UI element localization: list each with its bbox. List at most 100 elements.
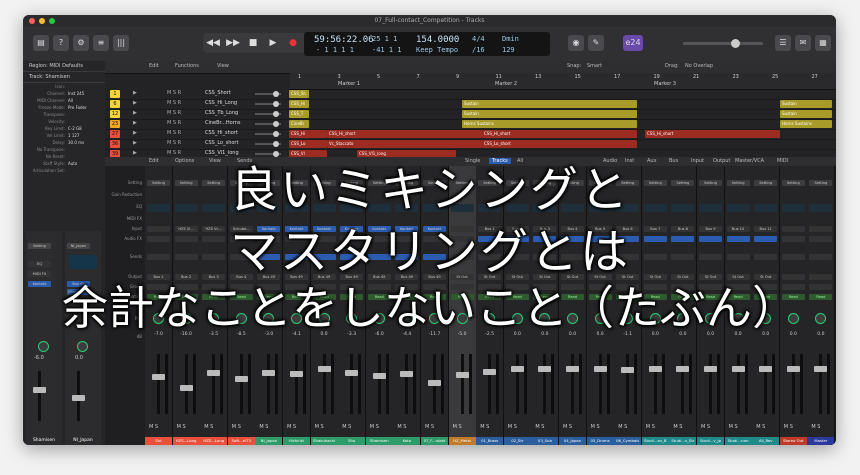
output-slot[interactable]: Bus 2 — [174, 274, 198, 280]
channel-setting-button[interactable]: Setting — [229, 180, 253, 186]
library-icon[interactable]: ▤ — [33, 35, 49, 51]
eq-thumbnail[interactable] — [754, 204, 778, 212]
pan-knob[interactable] — [180, 313, 192, 324]
eq-thumbnail[interactable] — [340, 204, 364, 212]
audio-fx-slot[interactable] — [340, 236, 364, 242]
volume-fader[interactable] — [207, 370, 221, 377]
eq-thumbnail[interactable] — [395, 204, 419, 212]
audio-fx-slot[interactable] — [588, 236, 612, 242]
eq-thumbnail[interactable] — [726, 204, 750, 212]
mixer-filter-audio[interactable]: Audio — [603, 158, 617, 164]
send-slot[interactable] — [809, 254, 833, 260]
group-slot[interactable] — [505, 284, 529, 290]
eq-thumbnail[interactable] — [809, 204, 833, 212]
pan-knob[interactable] — [760, 313, 772, 324]
group-slot[interactable] — [781, 284, 805, 290]
volume-fader[interactable] — [731, 366, 745, 372]
mute-solo-buttons[interactable]: M S — [535, 424, 544, 430]
group-slot[interactable] — [643, 284, 667, 290]
channel-setting-button[interactable]: Setting — [505, 180, 529, 186]
inspector-row[interactable]: Freeze Mode: Pre Fader — [23, 104, 105, 111]
automation-slot[interactable]: Read — [533, 294, 557, 300]
midi-region[interactable]: CSS_Hi_short — [327, 130, 482, 138]
mute-solo-buttons[interactable]: M S — [259, 424, 268, 430]
pan-knob[interactable] — [649, 313, 661, 324]
inspector-row[interactable]: Channel: Inst 245 — [23, 90, 105, 97]
audio-fx-slot[interactable] — [643, 236, 667, 242]
audio-fx-slot[interactable] — [229, 236, 253, 242]
channel-setting-button[interactable]: Setting — [643, 180, 667, 186]
group-slot[interactable] — [423, 284, 446, 290]
drag-select[interactable]: No Overlap — [685, 63, 713, 69]
help-icon[interactable]: ? — [53, 35, 69, 51]
volume-fader[interactable] — [759, 366, 773, 372]
send-slot[interactable] — [285, 254, 308, 260]
mute-solo-buttons[interactable]: M S — [232, 424, 241, 430]
midi-region[interactable]: CineBr — [289, 120, 309, 128]
output-slot[interactable]: Bus 49 — [257, 274, 281, 280]
master-volume-slider[interactable] — [683, 39, 763, 48]
audio-fx-slot[interactable] — [561, 236, 584, 242]
mute-solo-buttons[interactable]: M S — [287, 424, 296, 430]
group-slot[interactable] — [340, 284, 364, 290]
input-slot[interactable]: Kontakt — [395, 226, 419, 232]
channel-setting-button[interactable]: Setting — [699, 180, 722, 186]
mute-solo-buttons[interactable]: M S R — [167, 110, 181, 116]
mixer-filter-output[interactable]: Output — [713, 158, 730, 164]
input-slot[interactable]: Bus 4 — [561, 226, 584, 232]
volume-fader[interactable] — [814, 366, 828, 372]
smart-controls-icon[interactable]: ≡ — [93, 35, 109, 51]
volume-fader[interactable] — [345, 369, 359, 376]
input-slot[interactable]: Bus 7 — [643, 226, 667, 232]
channel-name[interactable]: 06_Cymbals — [614, 437, 642, 445]
mute-solo-buttons[interactable]: M S — [508, 424, 517, 430]
channel-name[interactable]: Sht — [145, 437, 172, 445]
output-slot[interactable]: St Out — [616, 274, 640, 280]
volume-fader[interactable] — [262, 369, 276, 376]
group-slot[interactable] — [533, 284, 557, 290]
input-slot[interactable]: Kontakt — [257, 226, 281, 232]
input-slot[interactable]: Bus 8 — [671, 226, 695, 232]
volume-fader[interactable] — [621, 367, 635, 374]
group-slot[interactable] — [174, 284, 198, 290]
group-slot[interactable] — [561, 284, 584, 290]
mute-solo-buttons[interactable]: M S R — [167, 130, 181, 136]
midi-region[interactable]: CSS_T — [289, 110, 309, 118]
channel-name[interactable]: Studi...ev_B — [641, 437, 669, 445]
eq-thumbnail[interactable] — [616, 204, 640, 212]
midi-region[interactable]: CSS_Hi_short — [482, 130, 637, 138]
stop-icon[interactable]: ■ — [243, 33, 263, 53]
midi-region[interactable]: Sustain — [780, 100, 832, 108]
channel-name[interactable]: All_Rev — [752, 437, 780, 445]
mute-solo-buttons[interactable]: M S — [646, 424, 655, 430]
mute-solo-buttons[interactable]: M S R — [167, 90, 181, 96]
audio-fx-slot[interactable] — [367, 236, 391, 242]
channel-setting-button[interactable]: Setting — [588, 180, 612, 186]
track-volume-slider[interactable] — [255, 111, 281, 117]
strip-pan-knob[interactable] — [77, 341, 88, 352]
audio-fx-slot[interactable] — [616, 236, 640, 242]
channel-setting-button[interactable]: Setting — [285, 180, 308, 186]
volume-fader[interactable] — [317, 366, 331, 372]
eq-thumbnail[interactable] — [643, 204, 667, 212]
eq-thumbnail[interactable] — [174, 204, 198, 212]
input-slot[interactable]: Bus 6 — [616, 226, 640, 232]
strip-audio-fx[interactable]: Channel EQ — [67, 289, 90, 295]
input-slot[interactable]: Bus 2 — [505, 226, 529, 232]
send-slot[interactable] — [395, 254, 419, 260]
pan-knob[interactable] — [567, 313, 578, 324]
pan-knob[interactable] — [787, 313, 799, 324]
inspector-row[interactable]: No Transpose: — [23, 146, 105, 153]
midi-region[interactable]: CSS_Sh — [289, 90, 309, 98]
zoom-icon[interactable] — [49, 18, 55, 24]
strip-midi-fx[interactable]: MIDI FX — [28, 271, 51, 277]
channel-setting-button[interactable]: Setting — [754, 180, 778, 186]
mixer-tracks-button[interactable]: Tracks — [489, 158, 511, 164]
eq-thumbnail[interactable] — [478, 204, 502, 212]
channel-setting-button[interactable]: Setting — [616, 180, 640, 186]
mixer-sends-menu[interactable]: Sends — [237, 158, 252, 164]
group-slot[interactable] — [285, 284, 308, 290]
midi-region[interactable]: CSS_Hi — [289, 130, 327, 138]
output-slot[interactable]: St Out — [699, 274, 722, 280]
audio-fx-slot[interactable] — [285, 236, 308, 242]
